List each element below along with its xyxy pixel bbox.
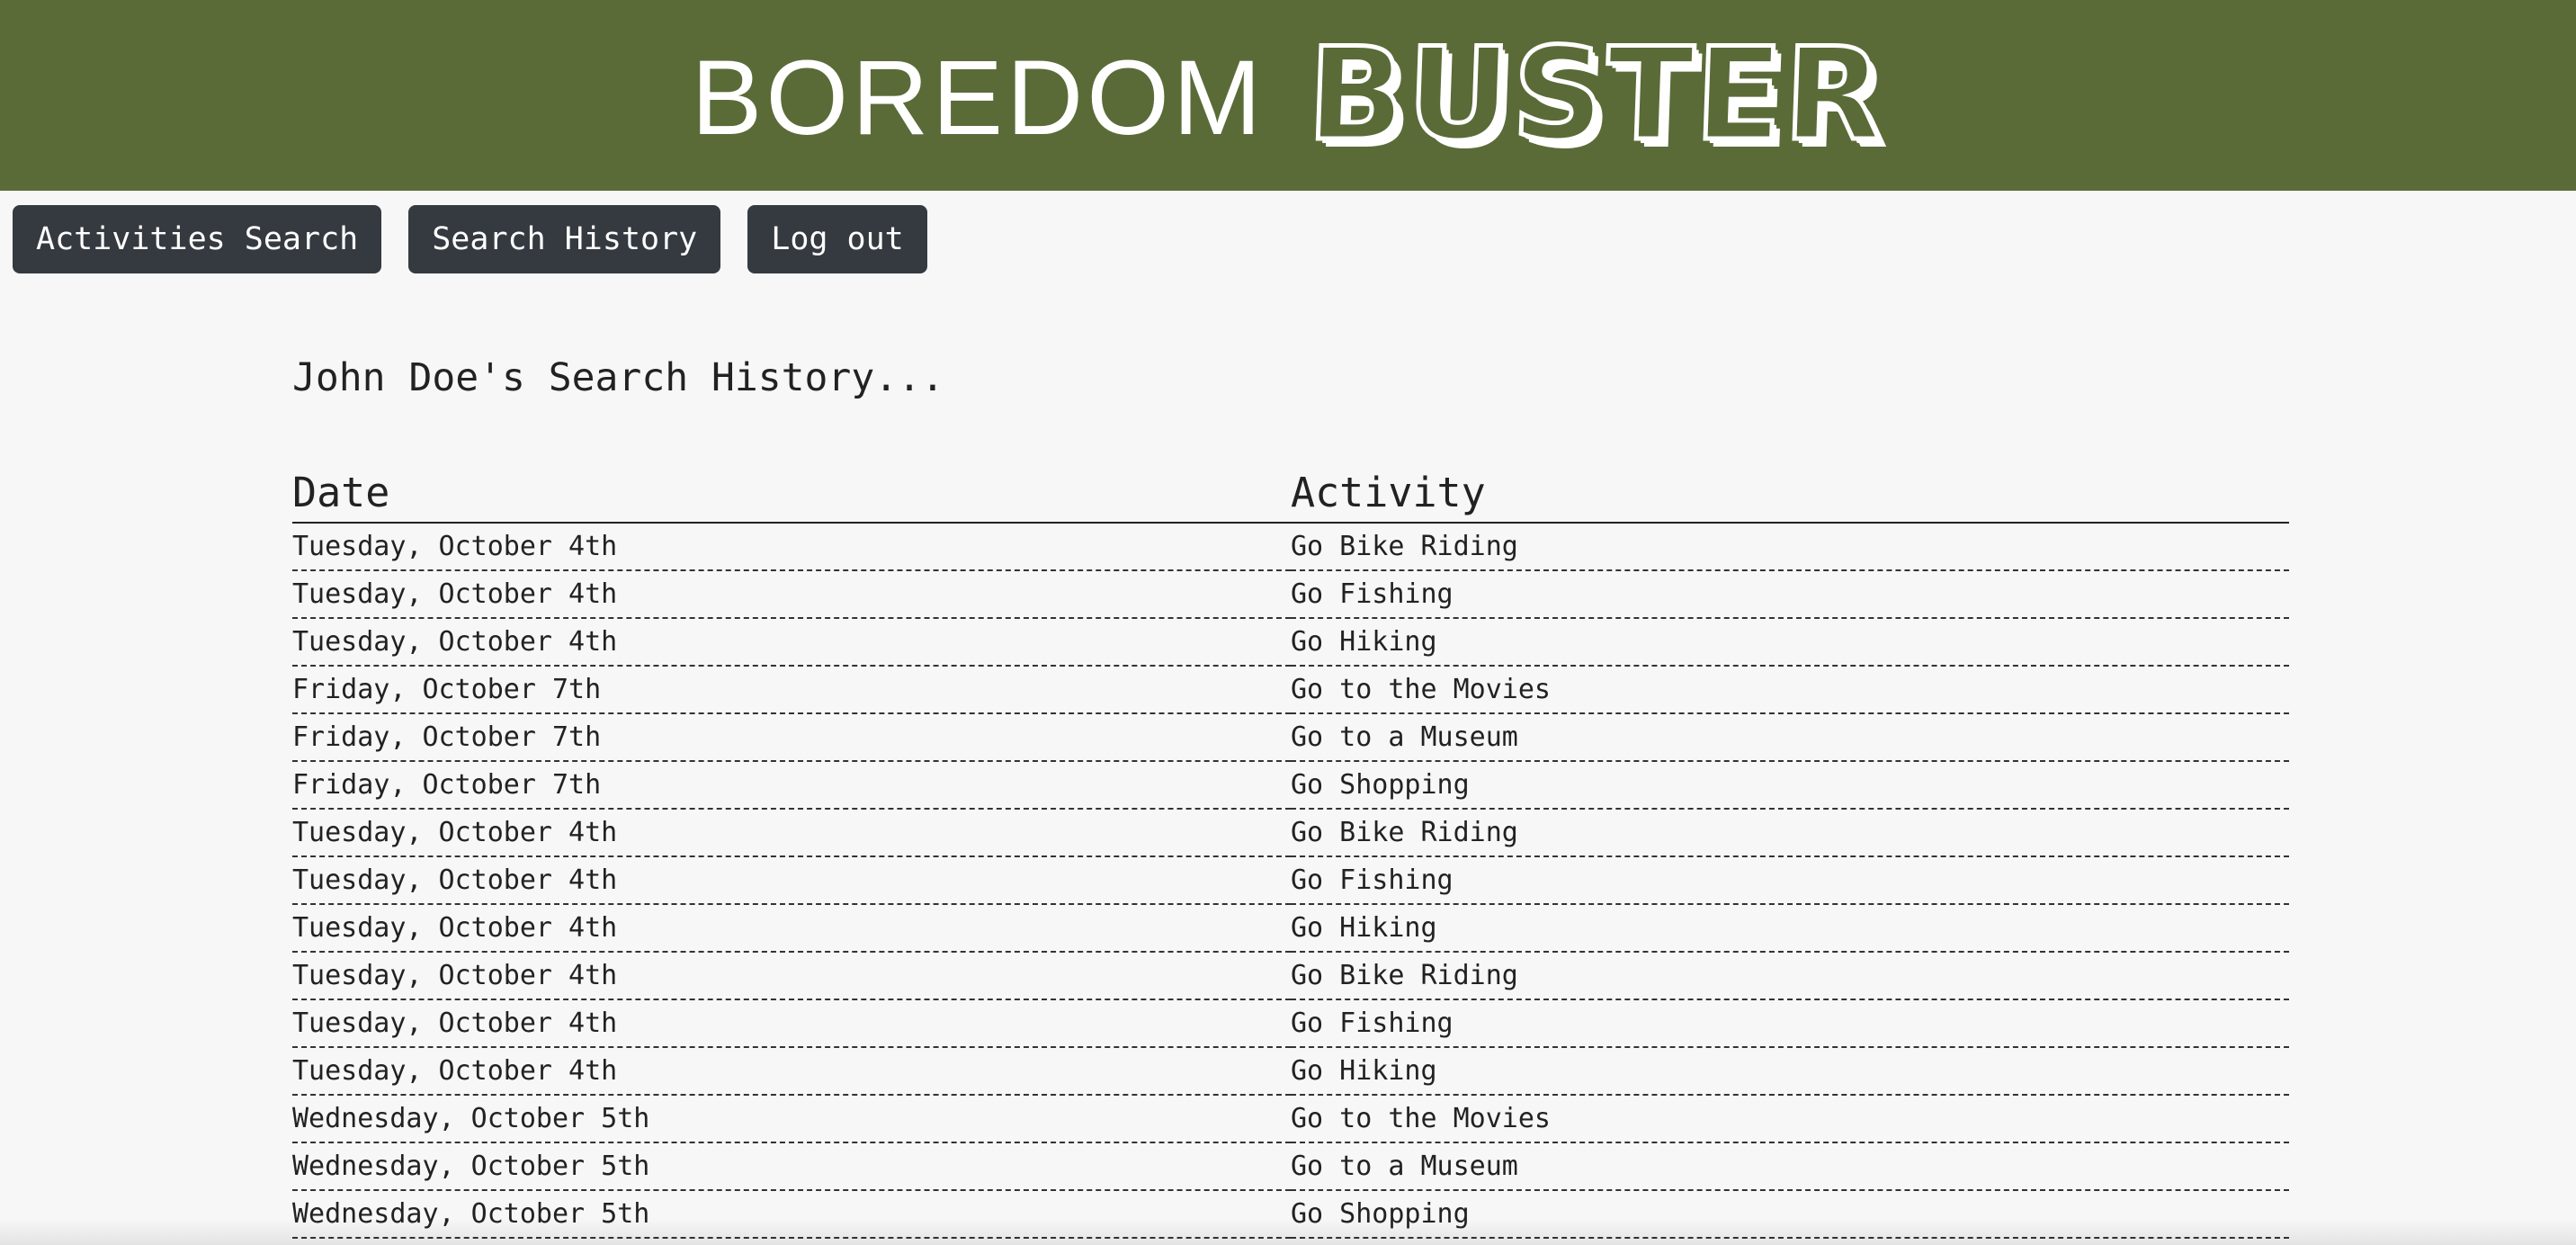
cell-date: Tuesday, October 4th (292, 999, 1291, 1048)
cell-activity: Go Fishing (1291, 999, 2289, 1048)
boredom-buster-logo: BOREDOM BUSTER (691, 0, 1890, 191)
cell-activity: Go Hiking (1291, 1047, 2289, 1096)
table-row: Wednesday, October 5th Go to a Museum (292, 1142, 2289, 1191)
cell-date: Wednesday, October 5th (292, 1142, 1291, 1191)
table-row: Tuesday, October 4th Go Bike Riding (292, 952, 2289, 1000)
cell-date: Tuesday, October 4th (292, 809, 1291, 857)
cell-activity: Go Fishing (1291, 856, 2289, 905)
column-header-activity: Activity (1291, 461, 2289, 524)
cell-date: Friday, October 7th (292, 713, 1291, 762)
cell-date: Tuesday, October 4th (292, 952, 1291, 1000)
cell-activity: Go to the Movies (1291, 1095, 2289, 1143)
log-out-button[interactable]: Log out (747, 205, 927, 273)
cell-activity: Go Hiking (1291, 618, 2289, 667)
cell-date: Friday, October 7th (292, 761, 1291, 810)
cell-date: Tuesday, October 4th (292, 618, 1291, 667)
main-nav: Activities Search Search History Log out (13, 205, 927, 273)
table-row: Tuesday, October 4th Go Hiking (292, 618, 2289, 667)
table-row: Tuesday, October 4th Go Bike Riding (292, 523, 2289, 571)
cell-date: Tuesday, October 4th (292, 570, 1291, 619)
cell-activity: Go Shopping (1291, 761, 2289, 810)
cell-activity: Go Shopping (1291, 1190, 2289, 1239)
cell-date: Wednesday, October 5th (292, 1095, 1291, 1143)
search-history-content: John Doe's Search History... Date Activi… (292, 351, 2289, 1239)
cell-activity: Go to the Movies (1291, 666, 2289, 714)
cell-activity: Go Fishing (1291, 570, 2289, 619)
cell-date: Wednesday, October 5th (292, 1190, 1291, 1239)
cell-activity: Go Hiking (1291, 904, 2289, 953)
column-header-date: Date (292, 461, 1291, 524)
cell-activity: Go to a Museum (1291, 1142, 2289, 1191)
cell-activity: Go Bike Riding (1291, 523, 2289, 571)
table-row: Tuesday, October 4th Go Bike Riding (292, 809, 2289, 857)
table-row: Tuesday, October 4th Go Hiking (292, 1047, 2289, 1096)
table-row: Tuesday, October 4th Go Hiking (292, 904, 2289, 953)
logo-word-buster: BUSTER (1303, 19, 1890, 172)
cell-date: Tuesday, October 4th (292, 1047, 1291, 1096)
search-history-button[interactable]: Search History (408, 205, 721, 273)
table-row: Friday, October 7th Go Shopping (292, 761, 2289, 810)
table-row: Friday, October 7th Go to a Museum (292, 713, 2289, 762)
cell-date: Tuesday, October 4th (292, 904, 1291, 953)
table-row: Tuesday, October 4th Go Fishing (292, 856, 2289, 905)
table-row: Tuesday, October 4th Go Fishing (292, 570, 2289, 619)
site-header: BOREDOM BUSTER (0, 0, 2576, 191)
activities-search-button[interactable]: Activities Search (13, 205, 382, 273)
table-row: Tuesday, October 4th Go Fishing (292, 999, 2289, 1048)
cell-date: Friday, October 7th (292, 666, 1291, 714)
logo-word-boredom: BOREDOM (691, 39, 1266, 157)
page-title: John Doe's Search History... (292, 355, 944, 400)
table-row: Friday, October 7th Go to the Movies (292, 666, 2289, 714)
cell-activity: Go to a Museum (1291, 713, 2289, 762)
cell-activity: Go Bike Riding (1291, 809, 2289, 857)
table-body: Tuesday, October 4th Go Bike Riding Tuesda… (292, 523, 2289, 1239)
table-header-row: Date Activity (292, 461, 2289, 524)
cell-date: Tuesday, October 4th (292, 856, 1291, 905)
table-row: Wednesday, October 5th Go Shopping (292, 1190, 2289, 1239)
cell-activity: Go Bike Riding (1291, 952, 2289, 1000)
table-row: Wednesday, October 5th Go to the Movies (292, 1095, 2289, 1143)
search-history-table: Date Activity Tuesday, October 4th Go Bik… (292, 461, 2289, 1239)
cell-date: Tuesday, October 4th (292, 523, 1291, 571)
